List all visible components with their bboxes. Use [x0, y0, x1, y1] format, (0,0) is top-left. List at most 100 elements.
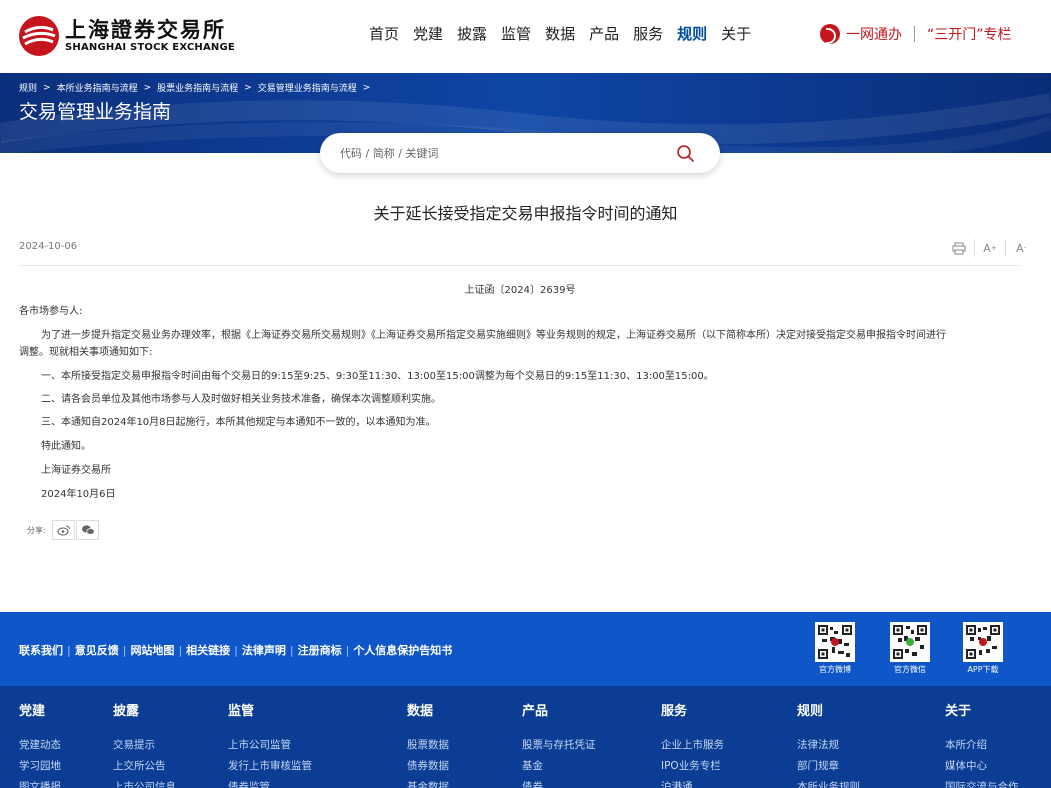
weibo-qr-label: 官方微博: [819, 665, 851, 674]
logo-english-name: SHANGHAI STOCK EXCHANGE: [65, 42, 235, 53]
footer-column-link[interactable]: 本所业务规则: [797, 777, 860, 788]
footer-column-link[interactable]: 学习园地: [19, 756, 61, 777]
footer-column-title[interactable]: 规则: [797, 700, 860, 719]
main-nav: 首页 党建 披露 监管 数据 产品 服务 规则 关于: [362, 22, 758, 46]
site-header: 上海證券交易所 SHANGHAI STOCK EXCHANGE 首页 党建 披露…: [0, 0, 1051, 73]
footer-column-link[interactable]: 企业上市服务: [661, 735, 724, 756]
sse-logo-mark-icon: [19, 16, 59, 56]
document-number: 上证函〔2024〕2639号: [464, 285, 576, 296]
footer-column-link[interactable]: 交易提示: [113, 735, 176, 756]
footer-column-link[interactable]: 债券数据: [407, 756, 449, 777]
breadcrumb-stock-guides[interactable]: 股票业务指南与流程: [157, 81, 238, 94]
footer-link-divider: |: [67, 643, 71, 657]
nav-about[interactable]: 关于: [721, 22, 751, 46]
breadcrumb-rules[interactable]: 规则: [19, 81, 37, 94]
header-divider: [914, 26, 915, 42]
font-decrease-icon[interactable]: A-: [1012, 240, 1030, 256]
font-increase-icon[interactable]: A +: [981, 240, 999, 256]
nav-party[interactable]: 党建: [413, 22, 443, 46]
weibo-qr-code-icon[interactable]: [815, 622, 855, 662]
share-wechat-button[interactable]: [76, 520, 99, 540]
breadcrumb-chevron-icon: >: [143, 82, 152, 93]
footer-column-link[interactable]: 基金: [522, 756, 596, 777]
footer-column-rules: 规则 法律法规 部门规章 本所业务规则: [797, 700, 860, 788]
sse-logo[interactable]: 上海證券交易所 SHANGHAI STOCK EXCHANGE: [19, 15, 235, 57]
footer-links: 联系我们 | 意见反馈 | 网站地图 | 相关链接 | 法律声明 | 注册商标 …: [19, 642, 452, 658]
nav-regulation[interactable]: 监管: [501, 22, 531, 46]
footer-column-link[interactable]: 股票数据: [407, 735, 449, 756]
footer-link-trademark[interactable]: 注册商标: [298, 642, 342, 658]
footer-column-link[interactable]: 法律法规: [797, 735, 860, 756]
footer-column-link[interactable]: 上交所公告: [113, 756, 176, 777]
footer-column-title[interactable]: 披露: [113, 700, 176, 719]
wechat-icon: [81, 525, 95, 535]
footer-column-data: 数据 股票数据 债券数据 基金数据: [407, 700, 449, 788]
footer-column-link[interactable]: 媒体中心: [945, 756, 1019, 777]
footer-column-products: 产品 股票与存托凭证 基金 债券: [522, 700, 596, 788]
wechat-qr-code-icon[interactable]: [890, 622, 930, 662]
article-paragraph-1: 为了进一步提升指定交易业务办理效率，根据《上海证券交易所交易规则》《上海证券交易…: [41, 330, 946, 341]
footer-link-privacy[interactable]: 个人信息保护告知书: [353, 642, 452, 658]
nav-disclosure[interactable]: 披露: [457, 22, 487, 46]
footer-column-title[interactable]: 服务: [661, 700, 724, 719]
article-title: 关于延长接受指定交易申报指令时间的通知: [373, 204, 678, 223]
search-icon[interactable]: [675, 143, 695, 163]
footer-link-legal[interactable]: 法律声明: [242, 642, 286, 658]
footer-column-title[interactable]: 党建: [19, 700, 61, 719]
footer-column-link[interactable]: 上市公司监管: [228, 735, 312, 756]
footer-column-link[interactable]: 债券: [522, 777, 596, 788]
article-signer: 上海证券交易所: [41, 465, 111, 476]
footer-column-title[interactable]: 关于: [945, 700, 1019, 719]
footer-column-title[interactable]: 数据: [407, 700, 449, 719]
breadcrumb-business-guides[interactable]: 本所业务指南与流程: [57, 81, 138, 94]
footer-column-link[interactable]: 本所介绍: [945, 735, 1019, 756]
footer-link-contact[interactable]: 联系我们: [19, 642, 63, 658]
one-stop-service-link[interactable]: 一网通办: [846, 24, 902, 44]
article-tools: A + A-: [950, 239, 1030, 257]
print-icon[interactable]: [950, 240, 968, 256]
footer-sitemap: 党建 党建动态 学习园地 图文播报 披露 交易提示 上交所公告 上市公司信息 监…: [0, 686, 1051, 788]
footer-column-link[interactable]: 发行上市审核监管: [228, 756, 312, 777]
footer-column-about: 关于 本所介绍 媒体中心 国际交流与合作: [945, 700, 1019, 788]
tool-divider: [974, 239, 975, 257]
footer-column-link[interactable]: 上市公司信息: [113, 777, 176, 788]
header-quick-links: 一网通办 “三开门”专栏: [820, 22, 1012, 46]
footer-link-feedback[interactable]: 意见反馈: [75, 642, 119, 658]
share-label: 分享:: [27, 526, 46, 535]
article-item-1: 一、本所接受指定交易申报指令时间由每个交易日的9:15至9:25、9:30至11…: [41, 371, 714, 382]
nav-rules[interactable]: 规则: [677, 22, 707, 46]
article-item-2: 二、请各会员单位及其他市场参与人及时做好相关业务技术准备，确保本次调整顺利实施。: [41, 394, 441, 405]
footer-link-divider: |: [234, 643, 238, 657]
breadcrumb-trading-guides[interactable]: 交易管理业务指南与流程: [258, 81, 357, 94]
footer-column-link[interactable]: 部门规章: [797, 756, 860, 777]
footer-link-divider: |: [122, 643, 127, 657]
logo-chinese-name: 上海證券交易所: [65, 17, 226, 42]
footer-link-divider: |: [289, 643, 294, 657]
footer-link-related[interactable]: 相关链接: [186, 642, 230, 658]
three-doors-column-link[interactable]: “三开门”专栏: [927, 24, 1012, 44]
article-sign-date: 2024年10月6日: [41, 489, 116, 500]
footer-column-link[interactable]: IPO业务专栏: [661, 756, 724, 777]
footer-column-link[interactable]: 基金数据: [407, 777, 449, 788]
footer-link-sitemap[interactable]: 网站地图: [130, 642, 174, 658]
footer-column-link[interactable]: 国际交流与合作: [945, 777, 1019, 788]
share-weibo-button[interactable]: [52, 520, 75, 540]
tool-divider: [1005, 239, 1006, 257]
app-download-qr-code-icon[interactable]: [963, 622, 1003, 662]
footer-column-disclosure: 披露 交易提示 上交所公告 上市公司信息: [113, 700, 176, 788]
breadcrumb-chevron-icon: >: [43, 82, 51, 93]
footer-column-title[interactable]: 产品: [522, 700, 596, 719]
nav-data[interactable]: 数据: [545, 22, 575, 46]
footer-links-bar: 联系我们 | 意见反馈 | 网站地图 | 相关链接 | 法律声明 | 注册商标 …: [0, 612, 1051, 686]
nav-products[interactable]: 产品: [589, 22, 619, 46]
footer-column-link[interactable]: 图文播报: [19, 777, 61, 788]
footer-column-link[interactable]: 党建动态: [19, 735, 61, 756]
search-input[interactable]: [340, 143, 660, 163]
footer-column-link[interactable]: 沪港通: [661, 777, 724, 788]
footer-column-link[interactable]: 股票与存托凭证: [522, 735, 596, 756]
nav-services[interactable]: 服务: [633, 22, 663, 46]
footer-column-title[interactable]: 监管: [228, 700, 312, 719]
footer-column-link[interactable]: 债券监管: [228, 777, 312, 788]
nav-home[interactable]: 首页: [369, 22, 399, 46]
footer-column-party: 党建 党建动态 学习园地 图文播报: [19, 700, 61, 788]
